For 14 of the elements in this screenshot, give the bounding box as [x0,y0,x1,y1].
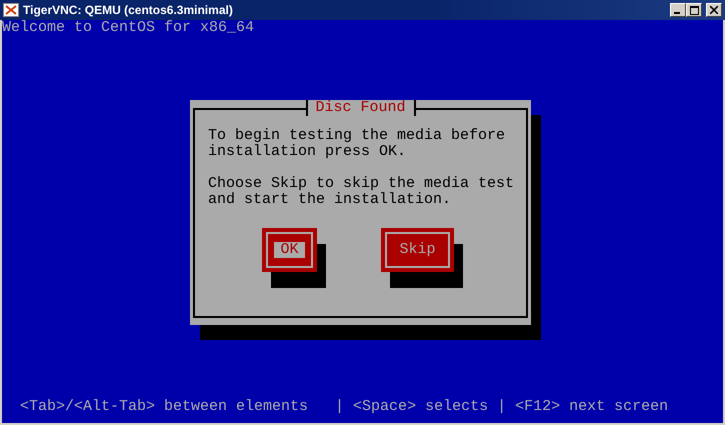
maximize-button[interactable] [686,3,702,17]
window-title: TigerVNC: QEMU (centos6.3minimal) [23,3,233,17]
dialog-button[interactable]: Skip [381,228,454,272]
close-icon [710,6,718,14]
app-icon [3,3,19,17]
dialog-text: Choose Skip to skip the media test and start the installation. [208,176,516,208]
dialog-text: To begin testing the media before installation press OK. [208,128,506,160]
maximize-icon [690,6,698,14]
status-line: <Tab>/<Alt-Tab> between elements | <Space> selects | <F12> next screen [19,399,668,415]
minimize-button[interactable] [670,3,686,17]
dialog-title: Disc Found [306,100,416,116]
focused-button[interactable]: OK [262,228,316,272]
close-button[interactable] [706,3,722,17]
welcome-text: Welcome to CentOS for x86_64 [2,20,256,36]
